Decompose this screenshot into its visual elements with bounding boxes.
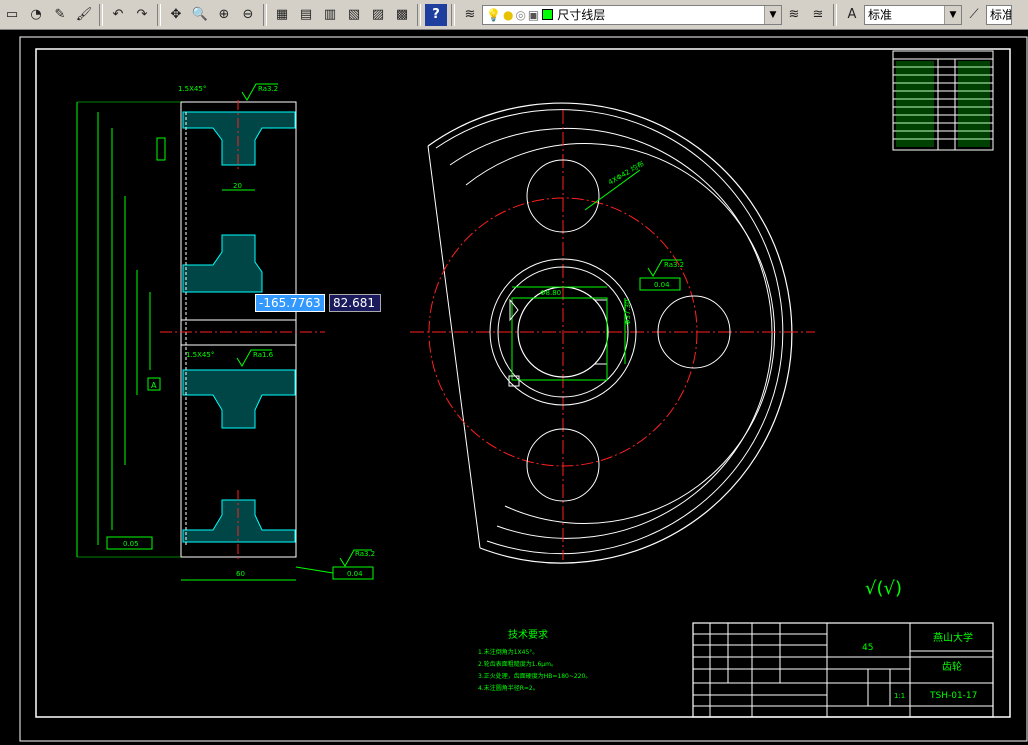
leader-line bbox=[295, 566, 334, 574]
grip-marker bbox=[508, 375, 520, 387]
title-material: 45 bbox=[862, 643, 873, 653]
chevron-down-icon[interactable]: ▼ bbox=[764, 5, 781, 24]
tolerance-value: 0.04 bbox=[347, 570, 363, 578]
toolbar-separator bbox=[263, 3, 267, 26]
title-block: 45 燕山大学 齿轮 TSH-01-17 1:1 bbox=[692, 622, 994, 718]
hatch-top-rim bbox=[182, 111, 296, 166]
properties-icon[interactable]: ▦ bbox=[271, 4, 293, 26]
section-view: 60 20 1.5X45° 1.5X45° Ra3.2 Ra1.6 0.05 0… bbox=[76, 83, 375, 581]
sheet-set-icon[interactable]: ▧ bbox=[343, 4, 365, 26]
selection-box bbox=[511, 297, 608, 381]
text-style-value: 标准 bbox=[868, 8, 893, 22]
roughness-rotated bbox=[156, 137, 166, 161]
param-values-block bbox=[958, 61, 990, 147]
markup-icon[interactable]: ▨ bbox=[367, 4, 389, 26]
layer-name: 尺寸线层 bbox=[557, 8, 606, 22]
finish-mark: √(√) bbox=[865, 578, 902, 599]
help-icon[interactable]: ? bbox=[425, 3, 447, 26]
param-labels-block bbox=[896, 61, 934, 147]
dim-web-text: 20 bbox=[233, 182, 242, 190]
grip-marker bbox=[509, 298, 519, 322]
freeze-icon: ◎ bbox=[515, 7, 526, 22]
roughness-text: Ra3.2 bbox=[355, 550, 375, 558]
text-style-icon[interactable]: A bbox=[841, 4, 863, 26]
dim-style-icon[interactable]: ⟋ bbox=[963, 4, 985, 26]
redo-icon[interactable]: ↷ bbox=[131, 4, 153, 26]
sun-icon: ● bbox=[502, 7, 514, 22]
title-part: 齿轮 bbox=[942, 660, 962, 673]
break-line bbox=[427, 145, 481, 549]
roughness-text: Ra1.6 bbox=[253, 351, 274, 359]
main-toolbar: ▭ ◔ ✎ 🖌 ↶ ↷ ✥ 🔍 ⊕ ⊖ ▦ ▤ ▥ ▧ ▨ ▩ ? ≋ 💡 ● … bbox=[0, 0, 1028, 30]
layer-previous-icon[interactable]: ≊ bbox=[807, 4, 829, 26]
lock-icon: ▣ bbox=[527, 7, 540, 22]
hatch-lower-hub bbox=[182, 369, 296, 429]
layer-color-icon bbox=[542, 9, 554, 20]
zoom-previous-icon[interactable]: ⊖ bbox=[237, 4, 259, 26]
toolbar-separator bbox=[833, 3, 837, 26]
toolbar-separator bbox=[157, 3, 161, 26]
layer-manager-icon[interactable]: ≋ bbox=[459, 4, 481, 26]
tech-note: 1.未注倒角为1X45°。 bbox=[478, 648, 538, 656]
zoom-window-icon[interactable]: ⊕ bbox=[213, 4, 235, 26]
text-style-dropdown[interactable]: 标准 ▼ bbox=[864, 4, 962, 25]
front-view: Φ8.80 Φ37.30 4XΦ42 均布 0.04 Ra3.2 bbox=[410, 102, 815, 564]
gear-outline bbox=[180, 101, 297, 558]
tool-palettes-icon[interactable]: ▥ bbox=[319, 4, 341, 26]
chamfer-mid-text: 1.5X45° bbox=[186, 351, 214, 359]
drawing-canvas[interactable]: 60 20 1.5X45° 1.5X45° Ra3.2 Ra1.6 0.05 0… bbox=[0, 31, 1028, 745]
dim-style-dropdown[interactable]: 标准 bbox=[986, 4, 1012, 25]
zoom-realtime-icon[interactable]: 🔍 bbox=[189, 4, 211, 26]
datum-label: A bbox=[151, 381, 157, 390]
chevron-down-icon[interactable]: ▼ bbox=[944, 5, 961, 24]
layer-dropdown[interactable]: 💡 ● ◎ ▣ 尺寸线层 ▼ bbox=[482, 4, 782, 25]
make-current-icon[interactable]: ≋ bbox=[783, 4, 805, 26]
toolbar-separator bbox=[99, 3, 103, 26]
dynamic-input-x[interactable]: -165.7763 bbox=[255, 294, 325, 312]
hole-note-text: 4XΦ42 均布 bbox=[607, 159, 646, 187]
key-width-text: Φ8.80 bbox=[540, 289, 561, 297]
match-properties-icon[interactable]: 🖌 bbox=[73, 4, 95, 26]
parameter-table bbox=[892, 50, 994, 151]
dynamic-input-y[interactable]: 82.681 bbox=[329, 294, 381, 312]
chamfer-top-text: 1.5X45° bbox=[178, 85, 206, 93]
title-code: TSH-01-17 bbox=[929, 691, 977, 701]
tech-note: 2.轮齿表面粗糙度为1.6μm。 bbox=[478, 660, 557, 668]
tech-requirements: 技术要求 1.未注倒角为1X45°。 2.轮齿表面粗糙度为1.6μm。 3.正火… bbox=[478, 628, 591, 692]
dim-style-value: 标准 bbox=[990, 8, 1012, 22]
bulb-icon: 💡 bbox=[486, 7, 501, 22]
hatch-bottom-rim bbox=[182, 499, 296, 543]
undo-icon[interactable]: ↶ bbox=[107, 4, 129, 26]
tip-circle-arc bbox=[427, 102, 793, 564]
toolbar-separator bbox=[417, 3, 421, 26]
pencil-icon[interactable]: ✎ bbox=[49, 4, 71, 26]
new-icon[interactable]: ▭ bbox=[1, 4, 23, 26]
roughness-text: Ra3.2 bbox=[664, 261, 684, 269]
cad-drawing: 60 20 1.5X45° 1.5X45° Ra3.2 Ra1.6 0.05 0… bbox=[19, 36, 1028, 742]
open-icon[interactable]: ◔ bbox=[25, 4, 47, 26]
dim-width-text: 60 bbox=[236, 570, 245, 578]
toolbar-separator bbox=[451, 3, 455, 26]
design-center-icon[interactable]: ▤ bbox=[295, 4, 317, 26]
pan-icon[interactable]: ✥ bbox=[165, 4, 187, 26]
title-scale: 1:1 bbox=[894, 692, 905, 700]
roughness-text: Ra3.2 bbox=[258, 85, 278, 93]
tech-note: 4.未注圆角半径R=2。 bbox=[478, 684, 539, 692]
key-depth-text: Φ37.30 bbox=[624, 299, 632, 325]
tech-note: 3.正火处理，齿面硬度为HB=180~220。 bbox=[478, 672, 591, 680]
title-school: 燕山大学 bbox=[933, 631, 973, 644]
calculator-icon[interactable]: ▩ bbox=[391, 4, 413, 26]
tech-title: 技术要求 bbox=[508, 628, 548, 641]
hatch-upper-hub bbox=[182, 234, 263, 293]
tolerance-value: 0.05 bbox=[123, 540, 139, 548]
tolerance-value: 0.04 bbox=[654, 281, 670, 289]
